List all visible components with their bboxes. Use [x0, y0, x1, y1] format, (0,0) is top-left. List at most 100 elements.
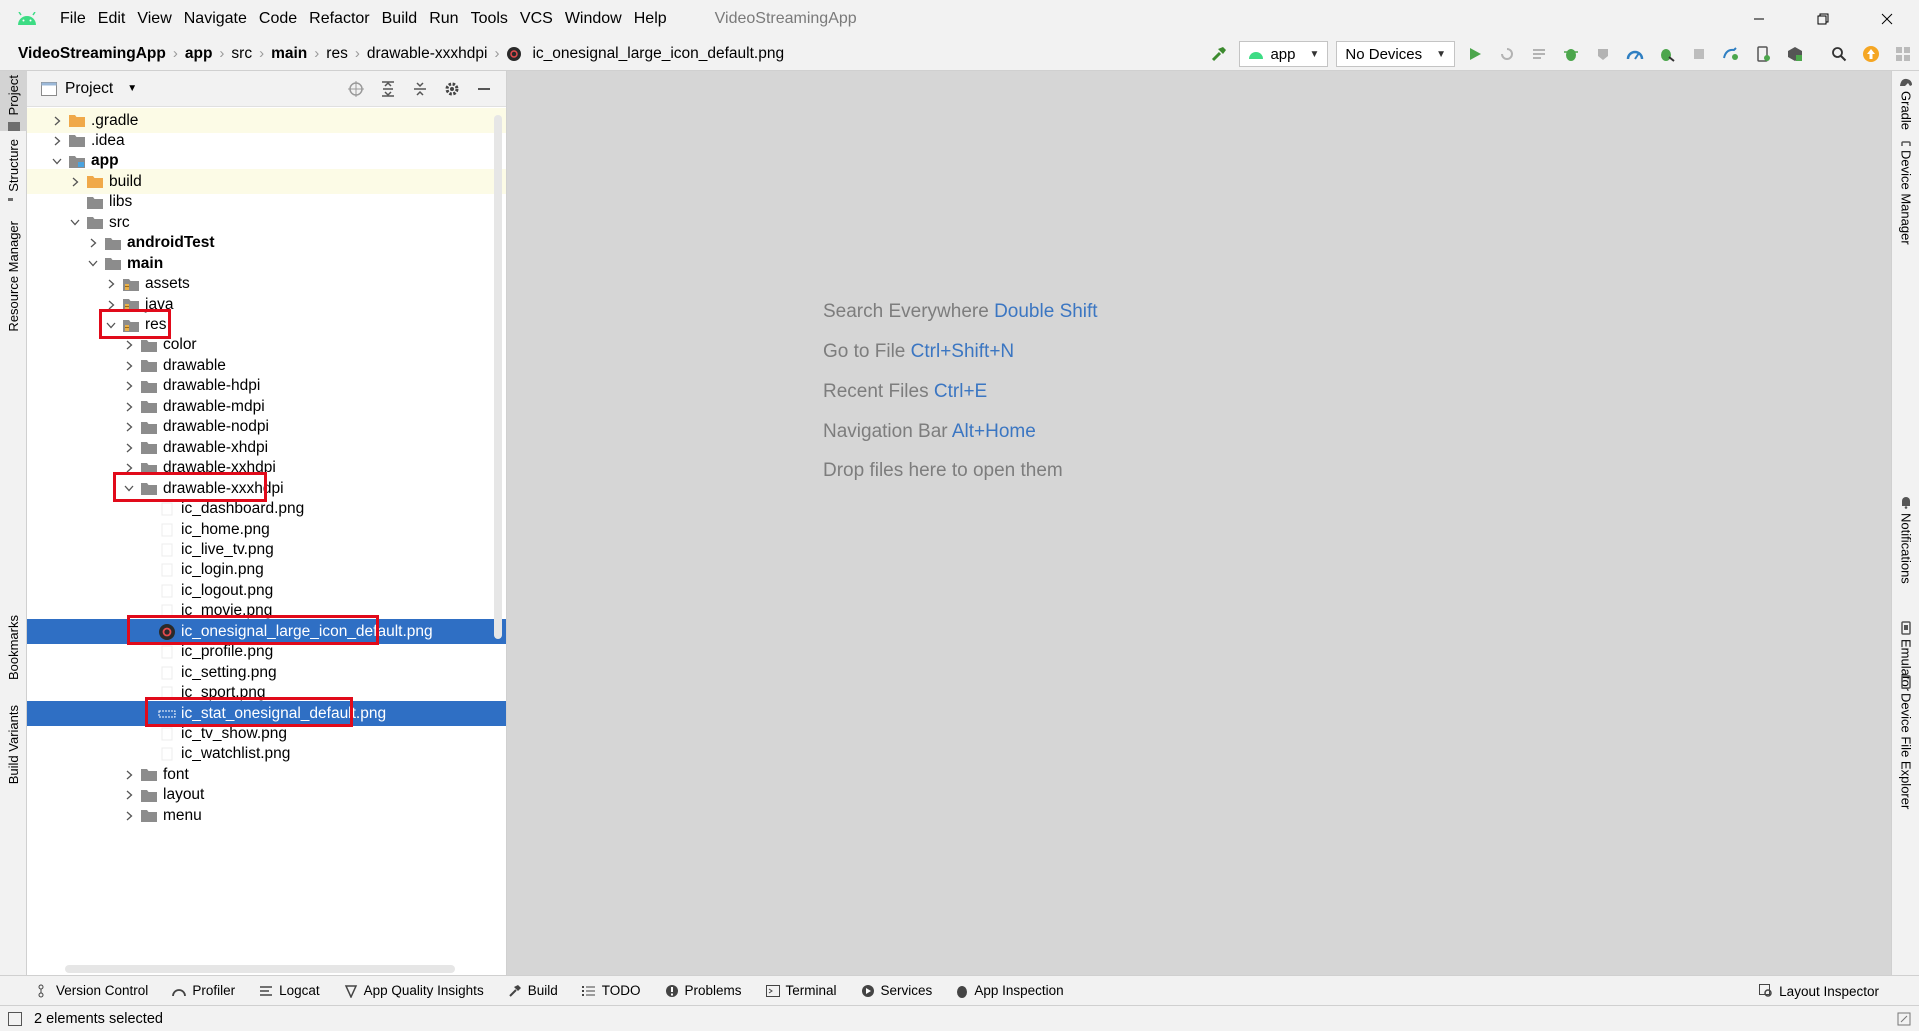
folder-icon [67, 153, 87, 169]
tool-tab-todo[interactable]: TODO [581, 983, 641, 998]
title-bar: File Edit View Navigate Code Refactor Bu… [0, 0, 1919, 37]
menu-refactor[interactable]: Refactor [303, 0, 375, 37]
tool-tab-label: Project [6, 75, 21, 116]
gear-icon[interactable] [436, 71, 468, 107]
chevron-down-icon[interactable]: ▼ [127, 83, 137, 94]
folder-icon [103, 235, 123, 251]
tree-item-label: drawable [163, 356, 226, 374]
sdk-manager-icon[interactable] [1779, 37, 1811, 71]
tree-item-label: ic_profile.png [181, 643, 274, 661]
select-opened-file-icon[interactable] [340, 71, 372, 107]
menu-file[interactable]: File [54, 0, 92, 37]
hammer-icon [508, 984, 521, 997]
chevron-right-icon[interactable] [121, 803, 137, 828]
breadcrumb-app[interactable]: app [181, 45, 217, 63]
settings-sync-icon[interactable] [1887, 37, 1919, 71]
tool-tab-gradle[interactable]: Gradle [1892, 71, 1919, 131]
folder-icon [85, 215, 105, 231]
hint-text: Search Everywhere [823, 301, 989, 322]
expand-all-icon[interactable] [372, 71, 404, 107]
hide-panel-icon[interactable] [468, 71, 500, 107]
project-view-selector[interactable]: Project [65, 80, 113, 98]
status-bar: 2 elements selected [0, 1005, 1919, 1031]
collapse-all-icon[interactable] [404, 71, 436, 107]
minimize-icon[interactable] [1727, 0, 1791, 37]
tool-tab-build[interactable]: Build [508, 983, 558, 998]
apply-code-changes-icon[interactable] [1523, 37, 1555, 71]
inspection-icon [957, 985, 968, 998]
tool-tab-bookmarks[interactable]: Bookmarks [0, 611, 27, 683]
memory-indicator-icon[interactable] [1897, 1012, 1911, 1026]
close-icon[interactable] [1855, 0, 1919, 37]
apply-changes-icon[interactable] [1491, 37, 1523, 71]
attach-debugger-icon[interactable] [1651, 37, 1683, 71]
breadcrumb-res[interactable]: res [322, 45, 352, 63]
tool-tab-build-variants[interactable]: Build Variants [0, 701, 27, 785]
menu-navigate[interactable]: Navigate [178, 0, 253, 37]
tool-tab-device-manager[interactable]: Device Manager [1892, 137, 1919, 245]
menu-window[interactable]: Window [559, 0, 628, 37]
stop-icon[interactable] [1683, 37, 1715, 71]
project-view-icon [41, 81, 57, 96]
project-panel-tools [340, 71, 500, 107]
search-icon[interactable] [1823, 37, 1855, 71]
vertical-scrollbar[interactable] [494, 115, 502, 639]
menu-vcs[interactable]: VCS [514, 0, 559, 37]
menu-code[interactable]: Code [253, 0, 303, 37]
update-icon[interactable] [1855, 37, 1887, 71]
breadcrumb-drawable-xxxhdpi[interactable]: drawable-xxxhdpi [363, 45, 492, 63]
menu-help[interactable]: Help [628, 0, 673, 37]
tool-tab-terminal[interactable]: Terminal [765, 983, 837, 998]
menu-build[interactable]: Build [376, 0, 424, 37]
tool-tab-resource-manager[interactable]: Resource Manager [0, 217, 27, 335]
hammer-icon[interactable] [1203, 37, 1235, 71]
menu-bar: File Edit View Navigate Code Refactor Bu… [54, 0, 673, 37]
run-configuration-select[interactable]: app ▼ [1239, 41, 1329, 67]
tool-tab-layout-inspector[interactable]: Layout Inspector [1759, 976, 1879, 1006]
tool-tab-app-quality-insights[interactable]: App Quality Insights [344, 983, 484, 998]
tool-tab-notifications[interactable]: Notifications [1892, 491, 1919, 595]
horizontal-scrollbar[interactable] [65, 965, 455, 973]
tool-tab-problems[interactable]: Problems [665, 983, 742, 998]
tool-tab-label: Notifications [1898, 513, 1914, 584]
hint-navigation-bar: Navigation Bar Alt+Home [823, 421, 1036, 443]
tool-tab-label: Version Control [56, 983, 149, 998]
android-icon [1249, 51, 1264, 59]
breadcrumb-src[interactable]: src [227, 45, 256, 63]
tool-tab-profiler[interactable]: Profiler [172, 983, 235, 998]
restore-icon[interactable] [1791, 0, 1855, 37]
folder-icon [139, 440, 159, 456]
tool-tab-project[interactable]: Project [0, 71, 27, 131]
tool-tab-structure[interactable]: Structure [0, 135, 27, 201]
folder-icon [139, 787, 159, 803]
tool-tab-app-inspection[interactable]: App Inspection [956, 983, 1064, 998]
debug-icon[interactable] [1555, 37, 1587, 71]
tree-item[interactable]: menu [27, 803, 506, 828]
profile-icon[interactable] [1619, 37, 1651, 71]
menu-run[interactable]: Run [423, 0, 464, 37]
tool-tab-label: Resource Manager [6, 221, 21, 332]
right-tool-stripe: Gradle Device Manager Notifications Emul… [1891, 71, 1919, 975]
sync-gradle-icon[interactable] [1715, 37, 1747, 71]
breadcrumb-separator: › [494, 45, 500, 62]
tool-tab-logcat[interactable]: Logcat [259, 983, 320, 998]
breadcrumb-project[interactable]: VideoStreamingApp [14, 45, 170, 63]
device-manager-icon[interactable] [1747, 37, 1779, 71]
hint-drop-files: Drop files here to open them [823, 460, 1063, 482]
menu-view[interactable]: View [131, 0, 177, 37]
device-select[interactable]: No Devices ▼ [1336, 41, 1455, 67]
breadcrumb-main[interactable]: main [267, 45, 311, 63]
menu-tools[interactable]: Tools [465, 0, 514, 37]
coverage-icon[interactable] [1587, 37, 1619, 71]
toggle-tool-windows-icon[interactable] [8, 1011, 22, 1026]
tool-tab-label: Logcat [279, 983, 320, 998]
tool-tab-device-file-explorer[interactable]: Device File Explorer [1892, 671, 1919, 821]
tool-tab-services[interactable]: Services [861, 983, 932, 998]
gradle-icon [1900, 78, 1912, 86]
tool-tab-version-control[interactable]: Version Control [38, 983, 148, 998]
menu-edit[interactable]: Edit [92, 0, 132, 37]
breadcrumb-file[interactable]: ic_onesignal_large_icon_default.png [528, 45, 788, 63]
onesignal-file-icon [504, 46, 524, 62]
run-icon[interactable] [1459, 37, 1491, 71]
image-file-icon [157, 726, 177, 742]
